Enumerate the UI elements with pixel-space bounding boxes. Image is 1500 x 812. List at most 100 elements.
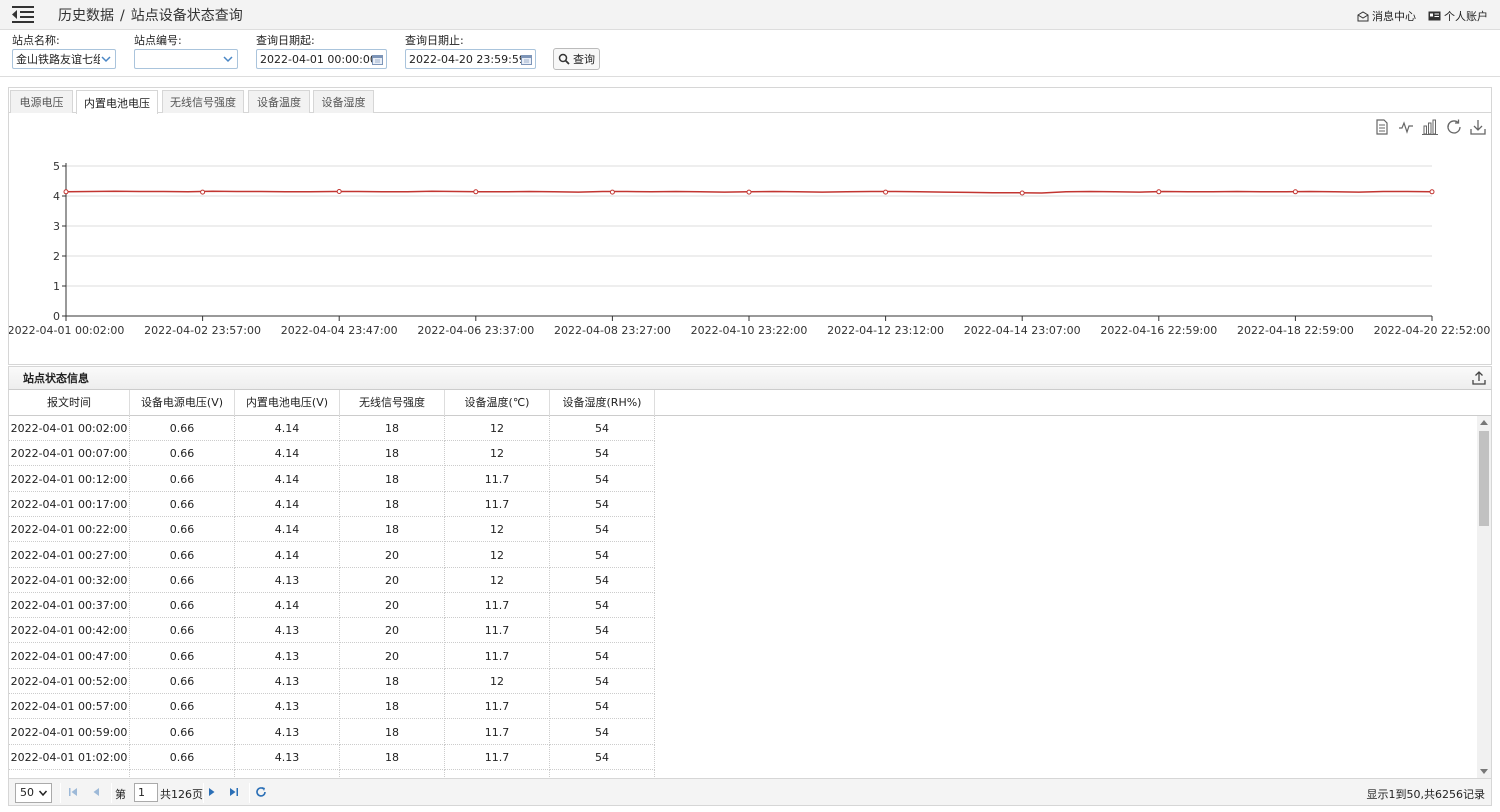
cell-humidity: 54 bbox=[550, 441, 655, 467]
tab-signal-strength[interactable]: 无线信号强度 bbox=[162, 90, 244, 113]
station-code-select[interactable] bbox=[134, 49, 238, 69]
page-total: 共126页 bbox=[160, 788, 203, 801]
cell-power-voltage: 0.66 bbox=[130, 593, 235, 619]
scrollbar-thumb[interactable] bbox=[1479, 431, 1489, 526]
cell-humidity bbox=[550, 770, 655, 778]
breadcrumb: 历史数据 / 站点设备状态查询 bbox=[58, 5, 243, 25]
calendar-icon[interactable] bbox=[372, 54, 383, 65]
menu-toggle-icon[interactable] bbox=[12, 4, 36, 24]
cell-battery-voltage: 4.14 bbox=[235, 542, 340, 568]
cell-power-voltage: 0.66 bbox=[130, 416, 235, 441]
cell-temperature: 11.7 bbox=[445, 643, 550, 669]
table-row[interactable]: 2022-04-01 00:59:00 0.66 4.13 18 11.7 54 bbox=[9, 719, 655, 745]
column-header-humidity[interactable]: 设备湿度(RH%) bbox=[550, 390, 655, 416]
cell-time: 2022-04-01 00:37:00 bbox=[9, 593, 130, 619]
station-name-field: 站点名称: 金山铁路友谊七组 bbox=[12, 33, 116, 69]
y-tick-label: 4 bbox=[53, 190, 60, 203]
export-icon[interactable] bbox=[1471, 370, 1487, 386]
tab-device-humidity[interactable]: 设备湿度 bbox=[313, 90, 374, 113]
next-page-icon[interactable] bbox=[205, 785, 219, 799]
table-row[interactable]: 2022-04-01 00:52:00 0.66 4.13 18 12 54 bbox=[9, 669, 655, 694]
cell-battery-voltage: 4.14 bbox=[235, 416, 340, 441]
x-tick-label: 2022-04-08 23:27:00 bbox=[554, 324, 671, 337]
cell-temperature: 12 bbox=[445, 416, 550, 441]
grid-scrollbar[interactable] bbox=[1477, 416, 1491, 778]
x-tick-label: 2022-04-06 23:37:00 bbox=[417, 324, 534, 337]
last-page-icon[interactable] bbox=[227, 785, 241, 799]
grid-title-bar: 站点状态信息 bbox=[8, 366, 1492, 390]
calendar-icon[interactable] bbox=[521, 54, 532, 65]
scroll-down-arrow-icon[interactable] bbox=[1480, 769, 1488, 774]
cell-power-voltage: 0.66 bbox=[130, 567, 235, 593]
cell-signal-strength: 18 bbox=[340, 694, 445, 720]
date-start-input[interactable]: 2022-04-01 00:00:00 bbox=[256, 49, 387, 69]
x-tick-label: 2022-04-04 23:47:00 bbox=[281, 324, 398, 337]
data-point bbox=[336, 189, 342, 194]
cell-temperature: 12 bbox=[445, 669, 550, 694]
cell-power-voltage: 0.66 bbox=[130, 669, 235, 694]
data-point bbox=[1156, 189, 1162, 195]
scroll-up-arrow-icon[interactable] bbox=[1480, 420, 1488, 425]
chevron-down-icon bbox=[223, 56, 233, 63]
query-button[interactable]: 查询 bbox=[553, 48, 600, 70]
tab-power-voltage[interactable]: 电源电压 bbox=[10, 90, 73, 113]
table-row[interactable]: 2022-04-01 00:42:00 0.66 4.13 20 11.7 54 bbox=[9, 618, 655, 644]
table-row[interactable]: 2022-04-01 00:47:00 0.66 4.13 20 11.7 54 bbox=[9, 643, 655, 669]
date-end-value: 2022-04-20 23:59:59 bbox=[409, 52, 526, 66]
cell-power-voltage: 0.66 bbox=[130, 744, 235, 770]
refresh-icon[interactable] bbox=[254, 785, 268, 799]
table-row[interactable]: 2022-04-01 00:57:00 0.66 4.13 18 11.7 54 bbox=[9, 694, 655, 720]
cell-temperature: 12 bbox=[445, 542, 550, 568]
message-center-link[interactable]: 消息中心 bbox=[1357, 8, 1416, 24]
page-number-input[interactable]: 1 bbox=[134, 783, 158, 802]
table-row[interactable]: 2022-04-01 00:12:00 0.66 4.14 18 11.7 54 bbox=[9, 466, 655, 492]
column-header-time[interactable]: 报文时间 bbox=[9, 390, 130, 416]
table-row[interactable]: 2022-04-01 00:07:00 0.66 4.14 18 12 54 bbox=[9, 441, 655, 467]
account-link[interactable]: 个人账户 bbox=[1428, 8, 1488, 24]
breadcrumb-separator: / bbox=[120, 8, 125, 24]
date-end-input[interactable]: 2022-04-20 23:59:59 bbox=[405, 49, 536, 69]
column-header-power-voltage[interactable]: 设备电源电压(V) bbox=[130, 390, 235, 416]
cell-signal-strength: 18 bbox=[340, 441, 445, 467]
cell-signal-strength: 18 bbox=[340, 416, 445, 441]
id-card-icon bbox=[1428, 11, 1441, 21]
x-tick-label: 2022-04-14 23:07:00 bbox=[964, 324, 1081, 337]
cell-time: 2022-04-01 00:42:00 bbox=[9, 618, 130, 644]
cell-battery-voltage: 4.14 bbox=[235, 593, 340, 619]
station-name-select[interactable]: 金山铁路友谊七组 bbox=[12, 49, 116, 69]
table-row[interactable]: 2022-04-01 00:32:00 0.66 4.13 20 12 54 bbox=[9, 567, 655, 593]
cell-time: 2022-04-01 00:12:00 bbox=[9, 466, 130, 492]
chart-panel: 电源电压 内置电池电压 无线信号强度 设备温度 设备湿度 0 1 2 3 4 5 2022-… bbox=[8, 87, 1492, 365]
cell-time: 2022-04-01 00:57:00 bbox=[9, 694, 130, 720]
table-row[interactable]: 2022-04-01 00:37:00 0.66 4.14 20 11.7 54 bbox=[9, 593, 655, 619]
page-size-select[interactable]: 50 bbox=[15, 783, 52, 803]
table-row[interactable]: 2022-04-01 01:02:00 0.66 4.13 18 11.7 54 bbox=[9, 744, 655, 770]
cell-battery-voltage: 4.13 bbox=[235, 744, 340, 770]
data-point bbox=[1429, 189, 1435, 195]
column-header-signal-strength[interactable]: 无线信号强度 bbox=[340, 390, 445, 416]
first-page-icon[interactable] bbox=[66, 785, 80, 799]
table-row[interactable]: 2022-04-01 00:17:00 0.66 4.14 18 11.7 54 bbox=[9, 491, 655, 517]
cell-temperature bbox=[445, 770, 550, 778]
grid-header: 报文时间 设备电源电压(V) 内置电池电压(V) 无线信号强度 设备温度(℃) … bbox=[9, 390, 1491, 416]
table-row[interactable] bbox=[9, 770, 655, 778]
cell-humidity: 54 bbox=[550, 593, 655, 619]
column-header-battery-voltage[interactable]: 内置电池电压(V) bbox=[235, 390, 340, 416]
tab-battery-voltage[interactable]: 内置电池电压 bbox=[76, 90, 158, 114]
column-header-temperature[interactable]: 设备温度(℃) bbox=[445, 390, 550, 416]
x-tick-label: 2022-04-18 22:59:00 bbox=[1237, 324, 1354, 337]
previous-page-icon[interactable] bbox=[89, 785, 103, 799]
pagination-bar: 50 第 1 共126页 显示1到50,共6256记录 bbox=[8, 778, 1492, 806]
cell-battery-voltage: 4.13 bbox=[235, 694, 340, 720]
cell-power-voltage: 0.66 bbox=[130, 491, 235, 517]
tab-device-temperature[interactable]: 设备温度 bbox=[248, 90, 310, 113]
cell-power-voltage: 0.66 bbox=[130, 517, 235, 543]
table-row[interactable]: 2022-04-01 00:27:00 0.66 4.14 20 12 54 bbox=[9, 542, 655, 568]
cell-signal-strength: 18 bbox=[340, 517, 445, 543]
cell-time: 2022-04-01 00:27:00 bbox=[9, 542, 130, 568]
table-row[interactable]: 2022-04-01 00:22:00 0.66 4.14 18 12 54 bbox=[9, 517, 655, 543]
cell-temperature: 11.7 bbox=[445, 491, 550, 517]
table-row[interactable]: 2022-04-01 00:02:00 0.66 4.14 18 12 54 bbox=[9, 416, 655, 441]
y-tick-label: 1 bbox=[53, 280, 60, 293]
breadcrumb-section[interactable]: 历史数据 bbox=[58, 8, 114, 24]
